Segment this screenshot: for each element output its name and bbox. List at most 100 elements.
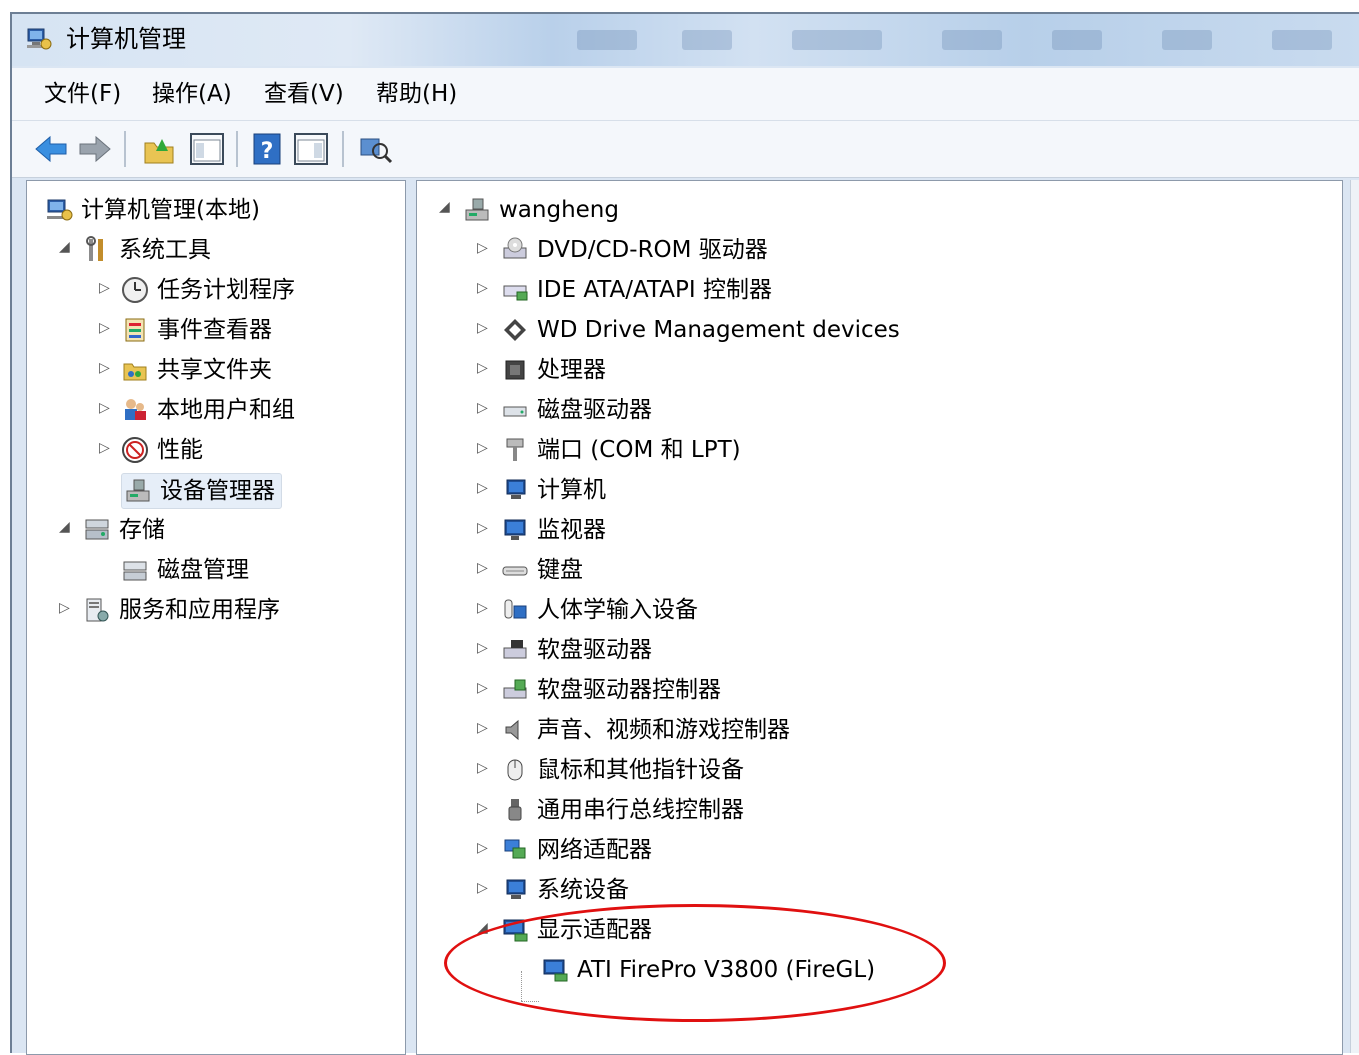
back-arrow-icon[interactable] — [32, 129, 70, 169]
tree-item-device-manager[interactable]: 设备管理器 — [121, 473, 282, 509]
show-hide-console-tree-icon[interactable] — [188, 129, 226, 169]
device-category-item[interactable]: WD Drive Management devices — [501, 313, 900, 347]
disk-management-icon — [123, 561, 147, 581]
tree-item-local-users[interactable]: 本地用户和组 — [121, 393, 295, 427]
device-category-item[interactable]: 软盘驱动器 — [501, 633, 652, 667]
device-category-item[interactable]: 网络适配器 — [501, 833, 652, 867]
device-category-item[interactable]: 系统设备 — [501, 873, 629, 907]
collapse-arrow-icon[interactable]: ◢ — [59, 520, 73, 534]
expand-arrow-icon[interactable]: ▷ — [477, 641, 491, 655]
expand-arrow-icon[interactable]: ▷ — [477, 881, 491, 895]
expand-arrow-icon[interactable]: ▷ — [59, 601, 73, 615]
device-category-item[interactable]: 声音、视频和游戏控制器 — [501, 713, 790, 747]
floppy-drive-icon — [503, 640, 527, 659]
device-category-label: 声音、视频和游戏控制器 — [537, 717, 790, 743]
expand-arrow-icon[interactable]: ▷ — [477, 441, 491, 455]
expand-arrow-icon[interactable]: ▷ — [477, 481, 491, 495]
menu-help[interactable]: 帮助(H) — [376, 80, 457, 108]
tree-item-services[interactable]: 服务和应用程序 — [83, 593, 280, 627]
expand-arrow-icon[interactable]: ▷ — [99, 281, 113, 295]
scan-hardware-icon[interactable] — [356, 129, 394, 169]
collapse-arrow-icon[interactable]: ◢ — [439, 200, 453, 214]
device-category-item[interactable]: 端口 (COM 和 LPT) — [501, 433, 741, 467]
expand-arrow-icon[interactable]: ▷ — [477, 361, 491, 375]
expand-arrow-icon[interactable]: ▷ — [477, 321, 491, 335]
expand-arrow-icon[interactable]: ▷ — [477, 841, 491, 855]
usb-icon — [508, 799, 522, 821]
menu-action[interactable]: 操作(A) — [152, 80, 232, 108]
device-category-item[interactable]: 键盘 — [501, 553, 583, 587]
expand-arrow-icon[interactable]: ▷ — [477, 601, 491, 615]
device-category-item[interactable]: DVD/CD-ROM 驱动器 — [501, 233, 768, 267]
expand-arrow-icon[interactable]: ▷ — [99, 361, 113, 375]
device-category-item[interactable]: IDE ATA/ATAPI 控制器 — [501, 273, 772, 307]
expand-arrow-icon[interactable]: ▷ — [99, 401, 113, 415]
device-category-label: 鼠标和其他指针设备 — [537, 757, 744, 783]
users-icon — [125, 399, 146, 420]
device-category-label: IDE ATA/ATAPI 控制器 — [537, 277, 772, 303]
expand-arrow-icon[interactable]: ▷ — [477, 761, 491, 775]
title-bar[interactable]: 计算机管理 — [12, 14, 1359, 66]
device-category-label: 处理器 — [537, 357, 606, 383]
expand-arrow-icon[interactable]: ▷ — [477, 721, 491, 735]
tree-item-disk-management[interactable]: 磁盘管理 — [121, 553, 249, 587]
tree-item-storage[interactable]: 存储 — [83, 513, 165, 547]
device-manager-icon — [126, 479, 150, 502]
show-hide-action-pane-icon[interactable] — [292, 129, 330, 169]
tree-item-label: 事件查看器 — [157, 317, 272, 343]
tree-item-label: 任务计划程序 — [157, 277, 295, 303]
computer-icon — [506, 479, 526, 499]
tree-item-system-tools[interactable]: 系统工具 — [83, 233, 211, 267]
collapse-arrow-icon[interactable]: ◢ — [59, 240, 73, 254]
device-category-item[interactable]: 监视器 — [501, 513, 606, 547]
tree-item-label: 性能 — [157, 437, 203, 463]
device-category-item[interactable]: 人体学输入设备 — [501, 593, 698, 627]
console-tree-pane[interactable]: 计算机管理(本地) ◢ 系统工具 ▷ 任务计划程序 ▷ 事件查看器 ▷ 共享文件… — [26, 180, 406, 1055]
tree-item-shared-folders[interactable]: 共享文件夹 — [121, 353, 272, 387]
event-viewer-icon — [125, 318, 145, 342]
expand-arrow-icon[interactable]: ▷ — [477, 561, 491, 575]
device-category-item[interactable]: 软盘驱动器控制器 — [501, 673, 721, 707]
computer-management-icon — [47, 199, 73, 221]
expand-arrow-icon[interactable]: ▷ — [99, 321, 113, 335]
title-bar-decoration — [1272, 30, 1332, 50]
expand-arrow-icon[interactable]: ▷ — [477, 521, 491, 535]
tree-item-label: 共享文件夹 — [157, 357, 272, 383]
disk-drive-icon — [503, 406, 527, 417]
tree-item-performance[interactable]: 性能 — [121, 433, 203, 467]
hid-icon — [504, 599, 527, 619]
expand-arrow-icon[interactable]: ▷ — [477, 401, 491, 415]
expand-arrow-icon[interactable]: ▷ — [477, 681, 491, 695]
tree-item-label: 设备管理器 — [160, 478, 275, 504]
help-icon[interactable]: ? — [248, 129, 286, 169]
expand-arrow-icon[interactable]: ▷ — [477, 281, 491, 295]
device-category-item[interactable]: 处理器 — [501, 353, 606, 387]
storage-icon — [85, 519, 109, 540]
vertical-scrollbar[interactable] — [1350, 180, 1359, 1053]
menu-view[interactable]: 查看(V) — [264, 80, 344, 108]
menu-file[interactable]: 文件(F) — [44, 80, 121, 108]
port-icon — [506, 438, 524, 461]
forward-arrow-icon[interactable] — [76, 129, 114, 169]
device-category-item[interactable]: 鼠标和其他指针设备 — [501, 753, 744, 787]
tree-item-event-viewer[interactable]: 事件查看器 — [121, 313, 272, 347]
floppy-controller-icon — [503, 679, 527, 699]
device-category-label: 系统设备 — [537, 877, 629, 903]
expand-arrow-icon[interactable]: ▷ — [477, 801, 491, 815]
device-category-label: 通用串行总线控制器 — [537, 797, 744, 823]
tree-item-label: 磁盘管理 — [157, 557, 249, 583]
device-category-label: DVD/CD-ROM 驱动器 — [537, 237, 768, 263]
up-folder-icon[interactable] — [140, 129, 178, 169]
device-category-item[interactable]: 磁盘驱动器 — [501, 393, 652, 427]
device-tree-root[interactable]: wangheng — [463, 193, 619, 227]
title-bar-decoration — [792, 30, 882, 50]
device-category-label: 软盘驱动器 — [537, 637, 652, 663]
device-category-item[interactable]: 通用串行总线控制器 — [501, 793, 744, 827]
tree-item-root[interactable]: 计算机管理(本地) — [45, 193, 260, 227]
expand-arrow-icon[interactable]: ▷ — [99, 441, 113, 455]
tree-item-label: 计算机管理(本地) — [81, 197, 260, 223]
device-category-label: WD Drive Management devices — [537, 317, 900, 343]
tree-item-task-scheduler[interactable]: 任务计划程序 — [121, 273, 295, 307]
expand-arrow-icon[interactable]: ▷ — [477, 241, 491, 255]
device-category-item[interactable]: 计算机 — [501, 473, 606, 507]
